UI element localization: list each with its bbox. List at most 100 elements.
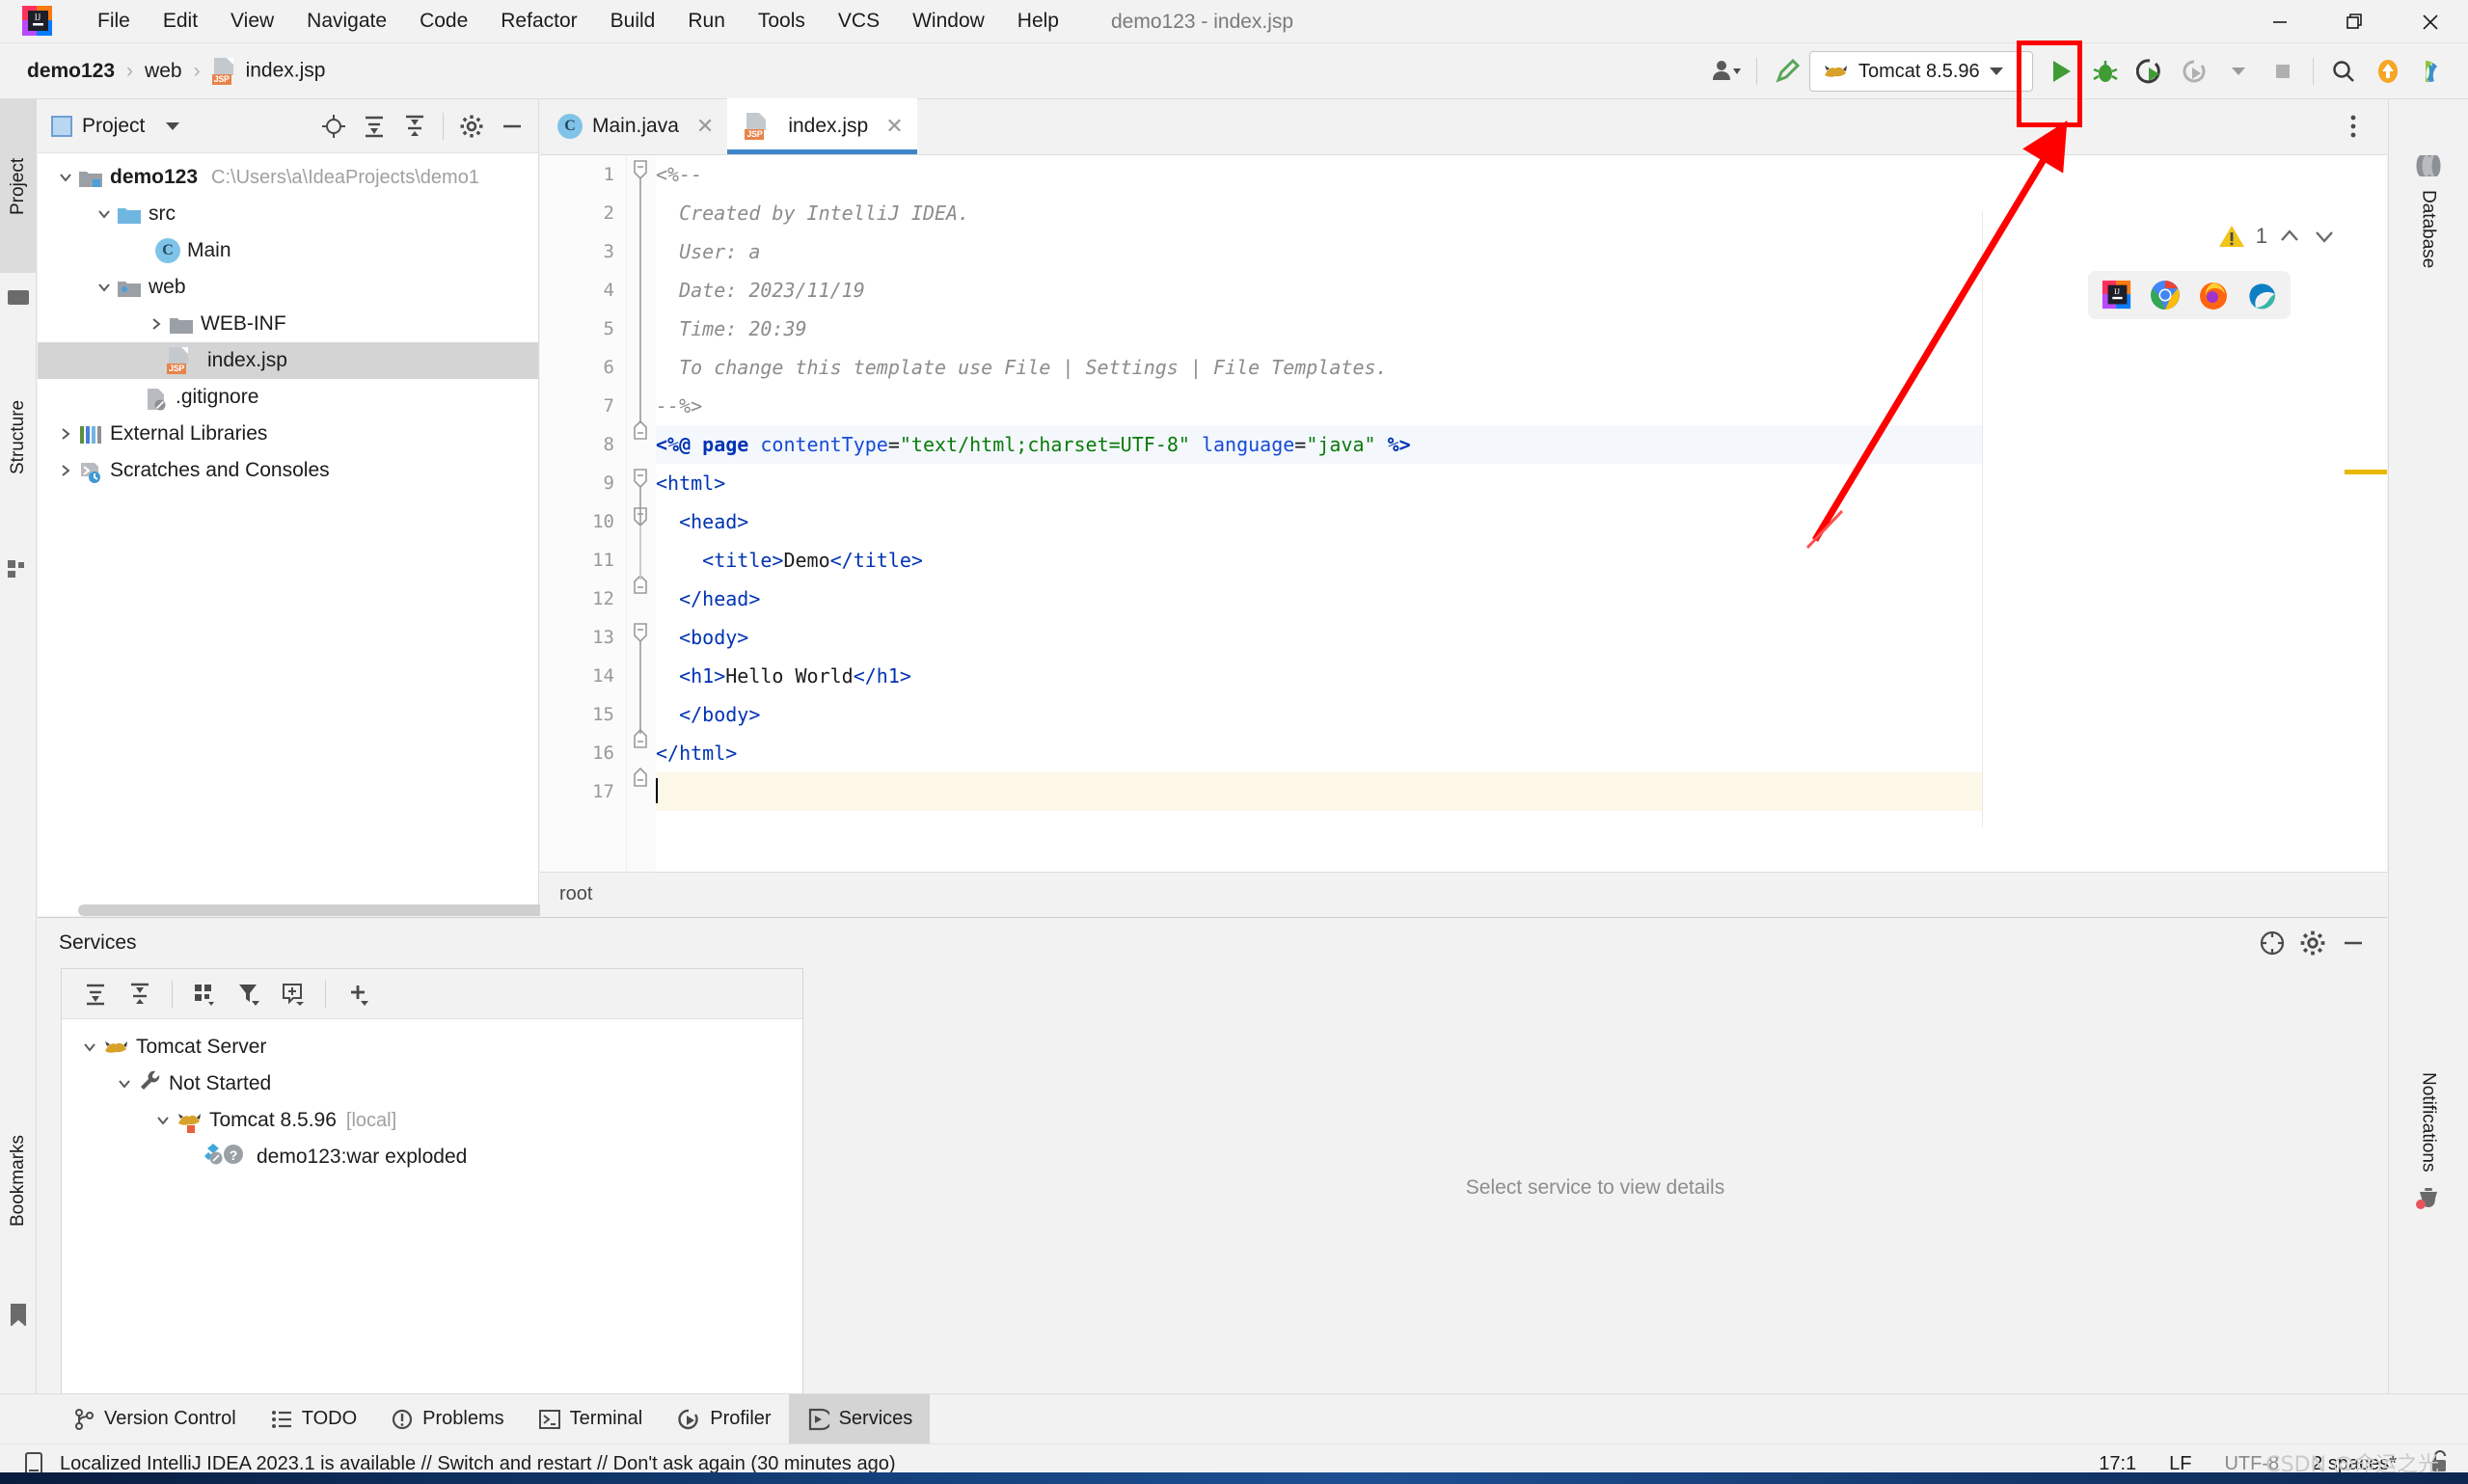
- window-controls[interactable]: [2242, 0, 2468, 43]
- chevron-right-icon[interactable]: [53, 421, 78, 446]
- menu-tools[interactable]: Tools: [742, 6, 822, 37]
- help-icon[interactable]: [2252, 923, 2292, 963]
- chevron-down-icon[interactable]: [152, 106, 193, 147]
- build-hammer-icon[interactable]: [1765, 49, 1809, 94]
- menu-build[interactable]: Build: [594, 6, 672, 37]
- tab-services[interactable]: Services: [788, 1393, 931, 1444]
- close-button[interactable]: [2393, 0, 2468, 43]
- hide-icon[interactable]: [2333, 923, 2373, 963]
- hide-icon[interactable]: [492, 106, 532, 147]
- filter-icon[interactable]: [229, 974, 269, 1014]
- minimize-button[interactable]: [2242, 0, 2318, 43]
- profile-button[interactable]: [2172, 49, 2216, 94]
- tree-item-src[interactable]: src: [38, 196, 538, 232]
- debug-button[interactable]: [2083, 49, 2128, 94]
- service-item-not-started[interactable]: Not Started: [62, 1066, 802, 1102]
- tree-item-web[interactable]: web: [38, 269, 538, 306]
- firefox-icon[interactable]: [2198, 280, 2229, 310]
- tab-problems[interactable]: Problems: [374, 1394, 521, 1444]
- tab-todo[interactable]: TODO: [254, 1394, 374, 1444]
- chevron-down-icon[interactable]: [150, 1108, 176, 1133]
- project-horizontal-scrollbar[interactable]: [78, 904, 551, 916]
- tab-terminal[interactable]: Terminal: [522, 1394, 661, 1444]
- updates-button[interactable]: [2366, 49, 2410, 94]
- run-with-coverage-button[interactable]: [2128, 49, 2172, 94]
- bottom-tool-window-bar[interactable]: Version Control TODO Problems Terminal P…: [0, 1393, 2468, 1444]
- menu-run[interactable]: Run: [671, 6, 742, 37]
- breadcrumb[interactable]: demo123 › web › JSP index.jsp: [19, 57, 334, 85]
- browser-launch-bar[interactable]: IJ: [2088, 271, 2291, 319]
- expand-all-icon[interactable]: [75, 974, 116, 1014]
- services-toolbar[interactable]: [62, 969, 802, 1019]
- chevron-down-icon[interactable]: [53, 165, 78, 190]
- sidebar-item-notifications[interactable]: Notifications: [2388, 992, 2468, 1291]
- chevron-down-icon[interactable]: [112, 1071, 137, 1096]
- sidebar-item-bookmarks[interactable]: Bookmarks: [0, 1069, 37, 1291]
- run-button[interactable]: [2039, 49, 2083, 94]
- editor-options-icon[interactable]: [2333, 106, 2373, 147]
- menu-refactor[interactable]: Refactor: [484, 6, 593, 37]
- menu-view[interactable]: View: [214, 6, 290, 37]
- tab-main-java[interactable]: C Main.java ✕: [540, 98, 727, 154]
- chevron-down-icon[interactable]: [1989, 67, 2003, 75]
- menu-navigate[interactable]: Navigate: [290, 6, 403, 37]
- tab-index-jsp[interactable]: JSP index.jsp ✕: [727, 98, 917, 154]
- chevron-down-icon[interactable]: [2216, 49, 2261, 94]
- main-toolbar[interactable]: Tomcat 8.5.96: [1704, 43, 2454, 99]
- settings-icon[interactable]: [2292, 923, 2333, 963]
- tree-item-index-jsp[interactable]: JSP index.jsp: [38, 342, 538, 379]
- tab-profiler[interactable]: Profiler: [660, 1394, 788, 1444]
- code-editor[interactable]: 1 2 3 4 5 6 7 8 9 10 11 12 13 14 15 16 1…: [540, 155, 2387, 872]
- expand-all-icon[interactable]: [354, 106, 394, 147]
- sidebar-item-structure[interactable]: Structure: [0, 331, 37, 543]
- add-icon[interactable]: [338, 974, 378, 1014]
- menu-edit[interactable]: Edit: [147, 6, 214, 37]
- sidebar-item-project[interactable]: Project: [0, 99, 37, 273]
- close-icon[interactable]: ✕: [885, 114, 903, 139]
- edge-icon[interactable]: [2246, 280, 2277, 310]
- breadcrumb-item-project[interactable]: demo123: [19, 60, 122, 83]
- chevron-up-icon[interactable]: [2277, 226, 2302, 247]
- locate-icon[interactable]: [313, 106, 354, 147]
- gear-icon[interactable]: [451, 106, 492, 147]
- menu-file[interactable]: File: [81, 6, 147, 37]
- chevron-down-icon[interactable]: [92, 275, 117, 300]
- maximize-restore-button[interactable]: [2318, 0, 2393, 43]
- tab-version-control[interactable]: Version Control: [56, 1394, 254, 1444]
- tree-item-web-inf[interactable]: WEB-INF: [38, 306, 538, 342]
- tree-item-main-java[interactable]: C Main: [38, 232, 538, 269]
- main-menu-bar[interactable]: File Edit View Navigate Code Refactor Bu…: [81, 6, 1075, 37]
- tree-item-scratches-and-consoles[interactable]: Scratches and Consoles: [38, 452, 538, 489]
- tree-item-gitignore[interactable]: .gitignore: [38, 379, 538, 416]
- chevron-down-icon[interactable]: [2312, 226, 2337, 247]
- chevron-down-icon[interactable]: [77, 1035, 102, 1060]
- service-item-tomcat-8596[interactable]: Tomcat 8.5.96 [local]: [62, 1102, 802, 1139]
- chrome-icon[interactable]: [2150, 280, 2181, 310]
- collapse-all-icon[interactable]: [394, 106, 435, 147]
- breadcrumb-item-web[interactable]: web: [137, 60, 190, 83]
- sidebar-item-database[interactable]: Database: [2388, 99, 2468, 321]
- service-item-tomcat-server[interactable]: Tomcat Server: [62, 1029, 802, 1066]
- chevron-right-icon[interactable]: [53, 458, 78, 483]
- intellij-browser-icon[interactable]: IJ: [2102, 280, 2132, 310]
- menu-window[interactable]: Window: [896, 6, 1001, 37]
- menu-code[interactable]: Code: [403, 6, 484, 37]
- breadcrumb-item-file[interactable]: JSP index.jsp: [204, 57, 334, 85]
- collapse-all-icon[interactable]: [120, 974, 160, 1014]
- code-folding-gutter[interactable]: [627, 155, 656, 872]
- project-tree[interactable]: demo123 C:\Users\a\IdeaProjects\demo1 sr…: [38, 153, 538, 489]
- editor-breadcrumb[interactable]: root: [540, 872, 2387, 916]
- tree-item-demo123[interactable]: demo123 C:\Users\a\IdeaProjects\demo1: [38, 159, 538, 196]
- inspection-status[interactable]: 1: [2217, 223, 2337, 250]
- tree-item-external-libraries[interactable]: External Libraries: [38, 416, 538, 452]
- stop-button[interactable]: [2261, 49, 2305, 94]
- run-configuration-selector[interactable]: Tomcat 8.5.96: [1809, 51, 2033, 92]
- settings-user-icon[interactable]: [1704, 49, 1749, 94]
- close-icon[interactable]: ✕: [696, 114, 714, 139]
- search-everywhere-button[interactable]: [2321, 49, 2366, 94]
- add-tab-icon[interactable]: [273, 974, 313, 1014]
- menu-vcs[interactable]: VCS: [822, 6, 896, 37]
- ide-assistant-button[interactable]: [2410, 49, 2454, 94]
- chevron-down-icon[interactable]: [92, 202, 117, 227]
- chevron-right-icon[interactable]: [144, 311, 169, 337]
